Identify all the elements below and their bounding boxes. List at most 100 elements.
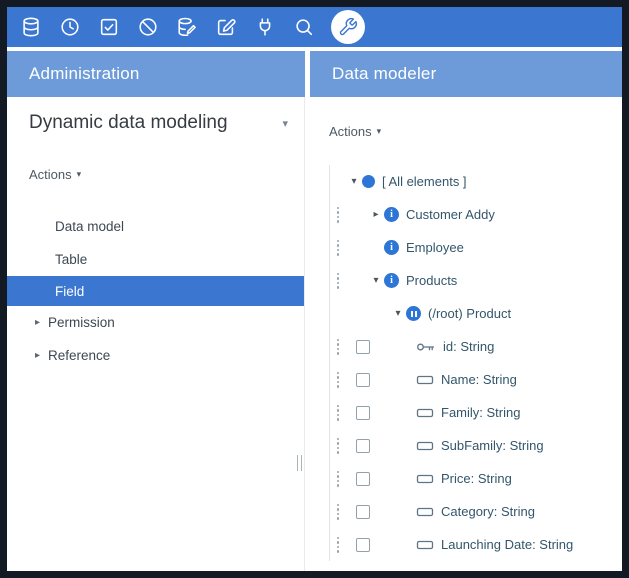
tasks-check-icon[interactable]: [97, 15, 121, 39]
panel-resize-grip[interactable]: [297, 455, 302, 471]
sidebar-item-label: Field: [55, 284, 84, 299]
right-panel-title: Data modeler: [332, 64, 436, 84]
block-icon[interactable]: [136, 15, 160, 39]
data-tree: ▾[ All elements ]▸iCustomer AddyiEmploye…: [329, 165, 622, 561]
info-icon: i: [384, 273, 399, 288]
left-actions-label: Actions: [29, 167, 72, 182]
drag-handle-icon[interactable]: [330, 372, 346, 388]
field-icon: [416, 539, 434, 551]
tree-row[interactable]: Price: String: [330, 462, 622, 495]
chevron-right-icon: ▸: [35, 350, 40, 361]
content-area: Dynamic data modeling ▾ Actions ▾ Data m…: [7, 97, 622, 571]
right-panel-header: Data modeler: [310, 51, 622, 97]
chevron-right-icon: ▸: [35, 317, 40, 328]
drag-handle-icon[interactable]: [330, 240, 346, 256]
right-actions-label: Actions: [329, 124, 372, 139]
drag-handle-icon[interactable]: [330, 504, 346, 520]
row-checkbox[interactable]: [356, 373, 370, 387]
page-title: Dynamic data modeling: [29, 112, 228, 134]
right-actions-menu[interactable]: Actions ▾: [329, 124, 381, 139]
tree-row[interactable]: Launching Date: String: [330, 528, 622, 561]
tree-row[interactable]: Family: String: [330, 396, 622, 429]
drag-handle-icon[interactable]: [330, 438, 346, 454]
tree-item-label: Price: String: [441, 471, 512, 486]
chevron-down-icon[interactable]: ▾: [346, 176, 362, 187]
left-panel-title: Administration: [29, 64, 140, 84]
left-panel-header: Administration: [7, 51, 305, 97]
edit-icon[interactable]: [214, 15, 238, 39]
panel-headers: Administration Data modeler: [7, 51, 622, 97]
row-checkbox[interactable]: [356, 406, 370, 420]
key-icon: [416, 341, 436, 353]
field-icon: [416, 407, 434, 419]
tree-item-label: Employee: [406, 240, 464, 255]
chevron-down-icon[interactable]: ▾: [368, 275, 384, 286]
sidebar-item-table[interactable]: Table: [7, 243, 304, 276]
row-checkbox[interactable]: [356, 538, 370, 552]
drag-handle-icon[interactable]: [330, 339, 346, 355]
sidebar-item-data-model[interactable]: Data model: [7, 210, 304, 243]
drag-handle-icon[interactable]: [330, 537, 346, 553]
tree-item-label: (/root) Product: [428, 306, 511, 321]
chevron-right-icon[interactable]: ▸: [368, 209, 384, 220]
app-window: Administration Data modeler Dynamic data…: [0, 0, 629, 578]
app-surface: Administration Data modeler Dynamic data…: [7, 7, 622, 571]
field-icon: [416, 374, 434, 386]
drag-handle-icon[interactable]: [330, 273, 346, 289]
tree-item-label: Name: String: [441, 372, 517, 387]
database-edit-icon[interactable]: [175, 15, 199, 39]
pause-icon: [406, 306, 421, 321]
sidebar-item-label: Reference: [48, 348, 110, 363]
info-icon: i: [384, 240, 399, 255]
tree-item-label: [ All elements ]: [382, 174, 467, 189]
tree-item-label: Category: String: [441, 504, 535, 519]
drag-handle-icon[interactable]: [330, 471, 346, 487]
tree-row[interactable]: ▾ [ All elements ]: [330, 165, 622, 198]
tree-row[interactable]: Category: String: [330, 495, 622, 528]
tree-row[interactable]: ▾i Products: [330, 264, 622, 297]
tree-row[interactable]: ▾ (/root) Product: [330, 297, 622, 330]
row-checkbox[interactable]: [356, 472, 370, 486]
tree-item-label: Products: [406, 273, 457, 288]
field-icon: [416, 506, 434, 518]
field-icon: [416, 473, 434, 485]
element-circle-icon: [362, 175, 375, 188]
info-icon: i: [384, 207, 399, 222]
sidebar-item-permission[interactable]: ▸ Permission: [7, 306, 304, 339]
drag-handle-icon[interactable]: [330, 405, 346, 421]
sidebar-item-label: Data model: [55, 219, 124, 234]
tree-item-label: id: String: [443, 339, 494, 354]
left-nav-list: Data model Table Field ▸ Permission ▸ Referenc…: [7, 210, 304, 372]
tree-item-label: SubFamily: String: [441, 438, 544, 453]
chevron-down-icon: ▾: [77, 169, 82, 180]
field-icon: [416, 440, 434, 452]
sidebar-item-reference[interactable]: ▸ Reference: [7, 339, 304, 372]
tree-row[interactable]: SubFamily: String: [330, 429, 622, 462]
database-icon[interactable]: [19, 15, 43, 39]
wrench-icon[interactable]: [331, 10, 365, 44]
tree-row[interactable]: id: String: [330, 330, 622, 363]
row-checkbox[interactable]: [356, 340, 370, 354]
page-title-row: Dynamic data modeling ▾: [7, 97, 304, 135]
row-checkbox[interactable]: [356, 439, 370, 453]
sidebar-item-label: Table: [55, 252, 87, 267]
administration-panel: Dynamic data modeling ▾ Actions ▾ Data m…: [7, 97, 305, 571]
drag-handle-icon[interactable]: [330, 207, 346, 223]
tree-item-label: Customer Addy: [406, 207, 495, 222]
tree-row[interactable]: ▸i Customer Addy: [330, 198, 622, 231]
row-checkbox[interactable]: [356, 505, 370, 519]
sidebar-item-label: Permission: [48, 315, 115, 330]
clock-icon[interactable]: [58, 15, 82, 39]
sidebar-item-field[interactable]: Field: [7, 276, 304, 306]
chevron-down-icon: ▾: [377, 126, 382, 137]
tree-row[interactable]: Name: String: [330, 363, 622, 396]
chevron-down-icon[interactable]: ▾: [390, 308, 406, 319]
data-modeler-panel: Actions ▾ ▾[ All elements ]▸iCustomer Ad…: [309, 97, 622, 571]
tree-row[interactable]: i Employee: [330, 231, 622, 264]
left-actions-menu[interactable]: Actions ▾: [29, 167, 81, 182]
chevron-down-icon[interactable]: ▾: [278, 113, 292, 134]
search-icon[interactable]: [292, 15, 316, 39]
top-toolbar: [7, 7, 622, 47]
tree-item-label: Launching Date: String: [441, 537, 573, 552]
plug-icon[interactable]: [253, 15, 277, 39]
